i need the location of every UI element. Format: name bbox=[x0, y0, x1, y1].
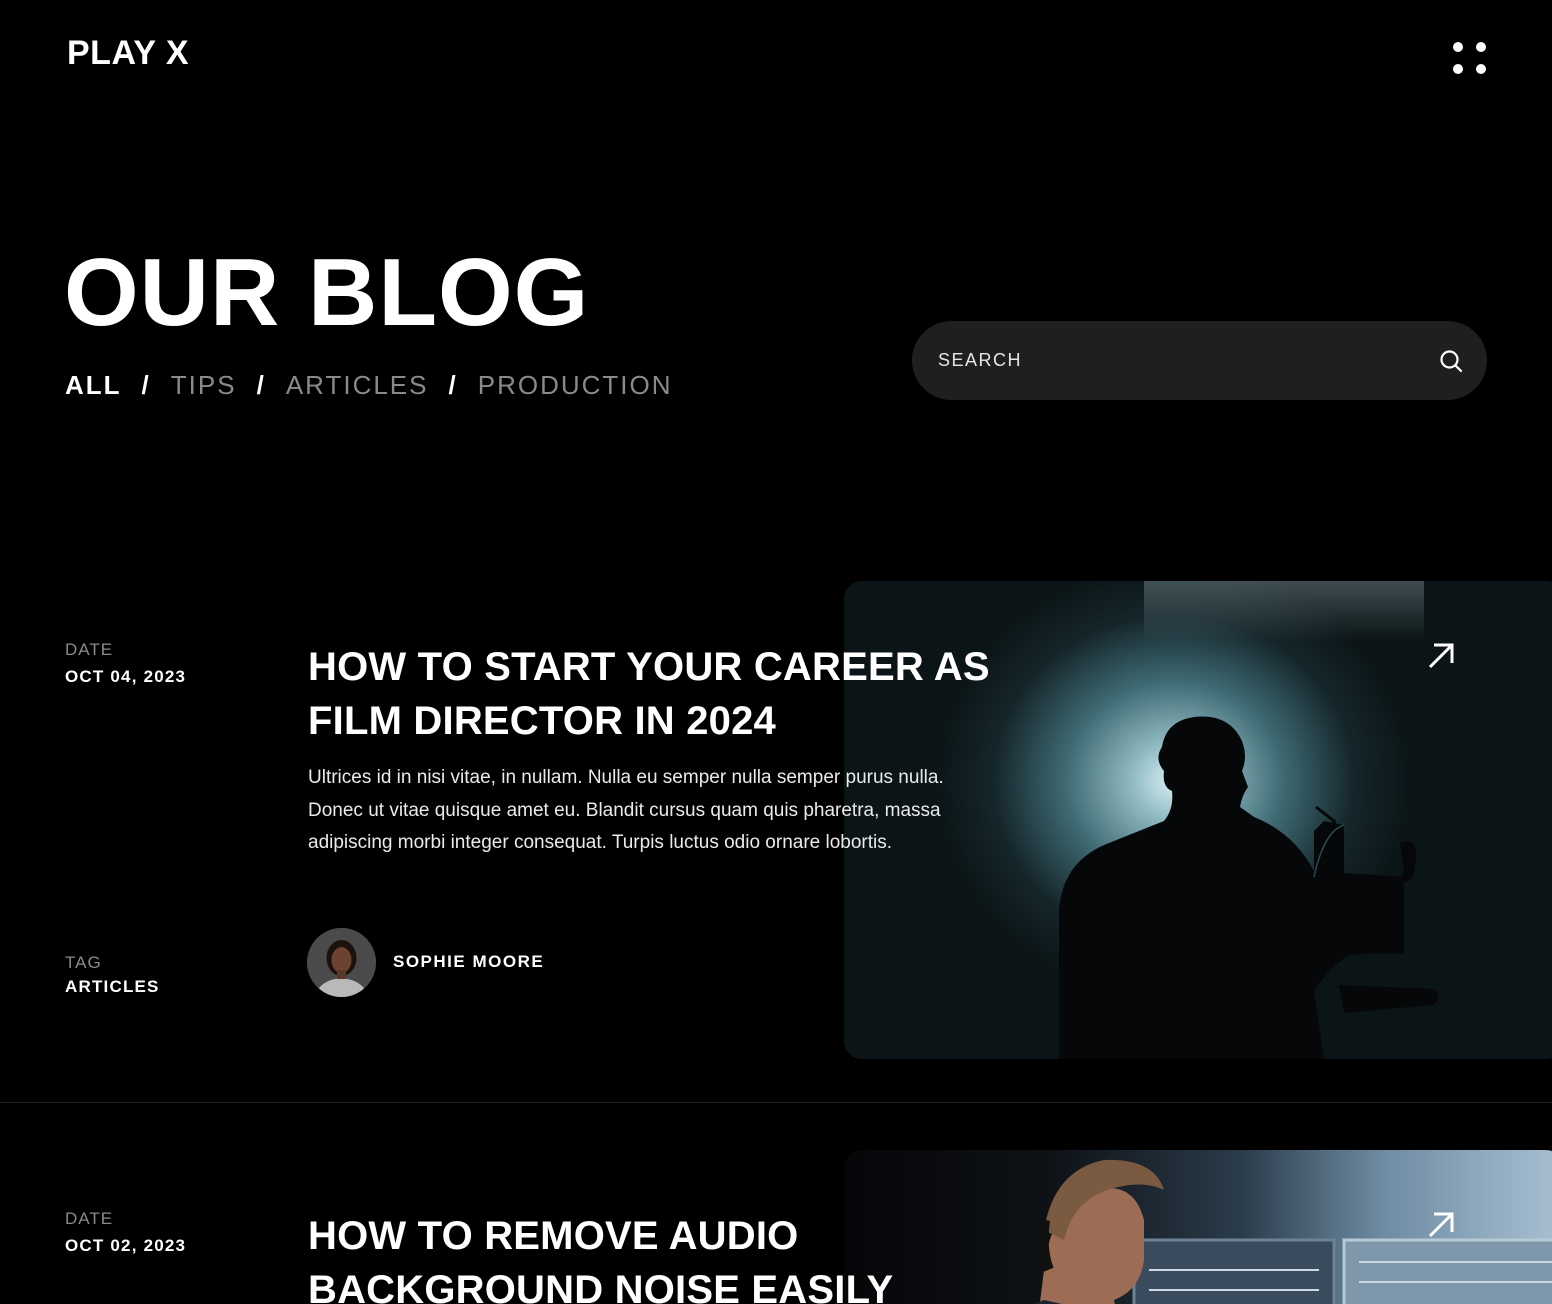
avatar[interactable] bbox=[307, 928, 376, 997]
filter-production[interactable]: PRODUCTION bbox=[478, 370, 673, 401]
filter-separator: / bbox=[448, 370, 458, 400]
post-title[interactable]: HOW TO REMOVE AUDIO BACKGROUND NOISE EAS… bbox=[308, 1209, 1028, 1304]
post-title[interactable]: HOW TO START YOUR CAREER AS FILM DIRECTO… bbox=[308, 640, 1028, 748]
post-excerpt: Ultrices id in nisi vitae, in nullam. Nu… bbox=[308, 767, 944, 853]
date-label: DATE bbox=[65, 1209, 114, 1228]
filter-articles[interactable]: ARTICLES bbox=[286, 370, 429, 401]
filter-all[interactable]: ALL bbox=[65, 370, 122, 401]
post-title-line: HOW TO START YOUR CAREER AS bbox=[308, 645, 990, 689]
filter-tips[interactable]: TIPS bbox=[171, 370, 237, 401]
grid-dots-icon[interactable] bbox=[1450, 40, 1488, 78]
page-title: OUR BLOG bbox=[64, 239, 590, 346]
arrow-up-right-icon[interactable] bbox=[1426, 641, 1456, 671]
post-date: OCT 02, 2023 bbox=[65, 1236, 187, 1255]
logo[interactable]: PLAY X bbox=[67, 34, 189, 73]
author-name[interactable]: SOPHIE MOORE bbox=[393, 952, 544, 972]
search-icon[interactable] bbox=[1438, 348, 1464, 374]
search-bar bbox=[912, 321, 1487, 400]
date-label: DATE bbox=[65, 640, 114, 659]
post-title-line: HOW TO REMOVE AUDIO bbox=[308, 1214, 799, 1258]
arrow-up-right-icon[interactable] bbox=[1426, 1210, 1456, 1240]
category-filters: ALL / TIPS / ARTICLES / PRODUCTION bbox=[65, 370, 673, 401]
post-tag[interactable]: ARTICLES bbox=[65, 977, 160, 997]
filter-separator: / bbox=[256, 370, 266, 400]
post-title-line: BACKGROUND NOISE EASILY bbox=[308, 1268, 894, 1304]
filter-separator: / bbox=[141, 370, 151, 400]
search-input[interactable] bbox=[938, 321, 1418, 400]
post-divider bbox=[0, 1102, 1552, 1103]
author-portrait bbox=[307, 928, 376, 997]
post-title-line: FILM DIRECTOR IN 2024 bbox=[308, 699, 776, 743]
post-date: OCT 04, 2023 bbox=[65, 667, 187, 686]
tag-label: TAG bbox=[65, 953, 102, 972]
